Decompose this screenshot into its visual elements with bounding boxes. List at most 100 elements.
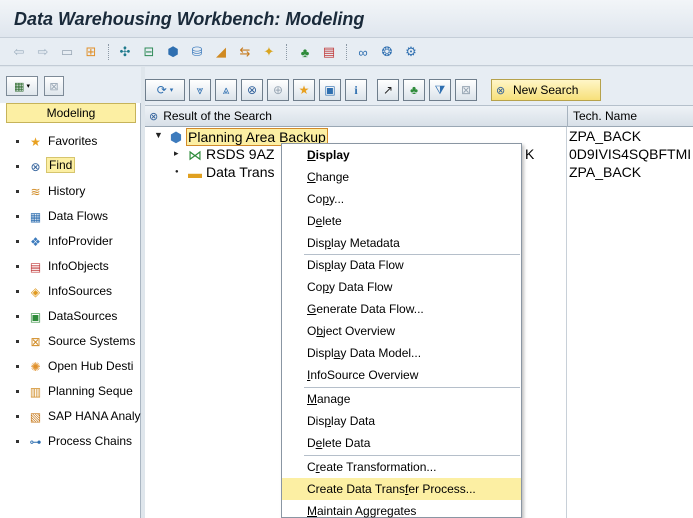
menu-item-display-data-model[interactable]: Display Data Model... (282, 342, 521, 364)
menu-item-delete[interactable]: Delete (282, 210, 521, 232)
nav-item-history[interactable]: ≋ History (0, 179, 141, 204)
menu-item-generate-data-flow[interactable]: Generate Data Flow... (282, 298, 521, 320)
navigate-button[interactable]: ↗ (377, 79, 399, 101)
bookmark-icon[interactable]: ▤ (320, 43, 338, 61)
display-button[interactable]: ▣ (319, 79, 341, 101)
menu-item-display[interactable]: Display (282, 144, 521, 166)
hierarchy-icon[interactable]: ⊞ (82, 43, 100, 61)
ruler-icon[interactable]: ◢ (212, 43, 230, 61)
hierarchy-icon: ♣ (410, 83, 418, 97)
result-toolbar: ⟳ ▾ ⩔ ⩓ ⊗ ⊕ ★ ▣ i ↗ ♣ ⧩ ⊠ ⊗ New Search (145, 67, 693, 105)
bullet (16, 165, 19, 168)
menu-item-manage[interactable]: Manage (282, 388, 521, 410)
nav-item-label: Process Chains (48, 434, 133, 448)
bullet (16, 365, 19, 368)
info-icon: i (354, 82, 358, 97)
cube-icon[interactable]: ⬢ (164, 43, 182, 61)
bullet (16, 390, 19, 393)
bullet (16, 415, 19, 418)
settings-icon[interactable]: ⚙ (402, 43, 420, 61)
expand-button[interactable]: ⩔ (189, 79, 211, 101)
close-icon: ⊠ (49, 80, 59, 93)
nav-item-label: Source Systems (48, 334, 136, 348)
binoculars-icon: ⊗ (30, 159, 41, 174)
context-menu: Display Change Copy... Delete Display Me… (281, 143, 522, 518)
menu-item-object-overview[interactable]: Object Overview (282, 320, 521, 342)
menu-item-create-data-transfer-process[interactable]: Create Data Transfer Process... (282, 478, 521, 500)
expand-arrow-down-icon[interactable]: ▼ (154, 130, 163, 140)
nav-item-favorites[interactable]: ★ Favorites (0, 129, 141, 154)
left-navigation-pane: ▦ ▾ ⊠ Modeling ★ Favorites ⊗ Find ≋ Histo… (0, 67, 141, 518)
bullet (16, 190, 19, 193)
nav-item-infosources[interactable]: ◈ InfoSources (0, 279, 141, 304)
menu-item-delete-data[interactable]: Delete Data (282, 432, 521, 454)
menu-item-maintain-aggregates[interactable]: Maintain Aggregates (282, 500, 521, 518)
tech-name-column-header[interactable]: Tech. Name (567, 106, 637, 127)
close-result-button[interactable]: ⊠ (455, 79, 477, 101)
object-tree-icon[interactable]: ⊟ (140, 43, 158, 61)
modeling-tab[interactable]: Modeling (6, 103, 136, 123)
arrow-up-right-icon: ↗ (382, 83, 394, 97)
link-icon[interactable]: ∞ (354, 43, 372, 61)
back-arrow-icon[interactable]: ⇦ (10, 43, 28, 61)
menu-item-label: Display Metadata (307, 236, 400, 250)
menu-item-display-metadata[interactable]: Display Metadata (282, 232, 521, 254)
nav-item-open-hub[interactable]: ✺ Open Hub Desti (0, 354, 141, 379)
filter-button[interactable]: ⧩ (429, 79, 451, 101)
nav-item-label: SAP HANA Analy (48, 409, 141, 423)
menu-item-copy-data-flow[interactable]: Copy Data Flow (282, 276, 521, 298)
hana-icon: ▧ (29, 409, 42, 424)
filter-icon: ⧩ (434, 82, 446, 97)
nav-item-infoobjects[interactable]: ▤ InfoObjects (0, 254, 141, 279)
nav-item-label: InfoSources (48, 284, 113, 298)
nav-item-label: Data Flows (48, 209, 109, 223)
menu-item-label: Create Transformation... (307, 460, 437, 474)
nav-item-data-flows[interactable]: ▦ Data Flows (0, 204, 141, 229)
nav-item-sap-hana[interactable]: ▧ SAP HANA Analy (0, 404, 141, 429)
new-search-button[interactable]: ⊗ New Search (491, 79, 601, 101)
forward-arrow-icon[interactable]: ⇨ (34, 43, 52, 61)
collapse-button[interactable]: ⩓ (215, 79, 237, 101)
menu-item-infosource-overview[interactable]: InfoSource Overview (282, 364, 521, 386)
monitor-icon: ▣ (324, 83, 336, 97)
menu-item-change[interactable]: Change (282, 166, 521, 188)
find-button[interactable]: ⊗ (241, 79, 263, 101)
network-icon[interactable]: ✣ (116, 43, 134, 61)
menu-item-label: Display Data (307, 414, 376, 428)
source-systems-icon: ⊠ (30, 334, 41, 349)
nav-item-infoprovider[interactable]: ❖ InfoProvider (0, 229, 141, 254)
expand-arrow-right-icon[interactable]: ▸ (174, 148, 179, 159)
menu-item-display-data-flow[interactable]: Display Data Flow (282, 254, 521, 276)
magic-wand-icon[interactable]: ✦ (260, 43, 278, 61)
find-next-button[interactable]: ⊕ (267, 79, 289, 101)
tree-view-icon[interactable]: ♣ (296, 43, 314, 61)
menu-item-create-transformation[interactable]: Create Transformation... (282, 456, 521, 478)
bullet (16, 315, 19, 318)
nav-item-planning[interactable]: ▥ Planning Seque (0, 379, 141, 404)
refresh-dropdown-button[interactable]: ⟳ ▾ (145, 79, 185, 101)
display-icon[interactable]: ▭ (58, 43, 76, 61)
transformation-icon: ⋈ (188, 146, 202, 163)
infoprovider-icon: ❖ (30, 234, 41, 249)
expand-icon: ⩔ (196, 82, 204, 97)
hierarchy-button[interactable]: ♣ (403, 79, 425, 101)
close-pane-button[interactable]: ⊠ (44, 76, 64, 96)
nav-item-source-systems[interactable]: ⊠ Source Systems (0, 329, 141, 354)
database-icon[interactable]: ⛁ (188, 43, 206, 61)
add-favorite-button[interactable]: ★ (293, 79, 315, 101)
share-icon[interactable]: ❂ (378, 43, 396, 61)
nav-item-label: Planning Seque (48, 384, 133, 398)
menu-item-display-data[interactable]: Display Data (282, 410, 521, 432)
nav-item-process-chains[interactable]: ⊶ Process Chains (0, 429, 141, 454)
nav-item-label: History (48, 184, 86, 198)
tree-row-label: RSDS 9AZ (206, 146, 275, 162)
nav-item-find[interactable]: ⊗ Find (0, 154, 141, 179)
transfer-icon[interactable]: ⇆ (236, 43, 254, 61)
toolbar-separator (286, 44, 287, 60)
nav-item-datasources[interactable]: ▣ DataSources (0, 304, 141, 329)
tree-settings-button[interactable]: ▦ ▾ (6, 76, 38, 96)
info-button[interactable]: i (345, 79, 367, 101)
modeling-nav-list: ★ Favorites ⊗ Find ≋ History ▦ Data Flow… (0, 129, 141, 454)
menu-item-copy[interactable]: Copy... (282, 188, 521, 210)
new-search-label: New Search (513, 83, 579, 97)
